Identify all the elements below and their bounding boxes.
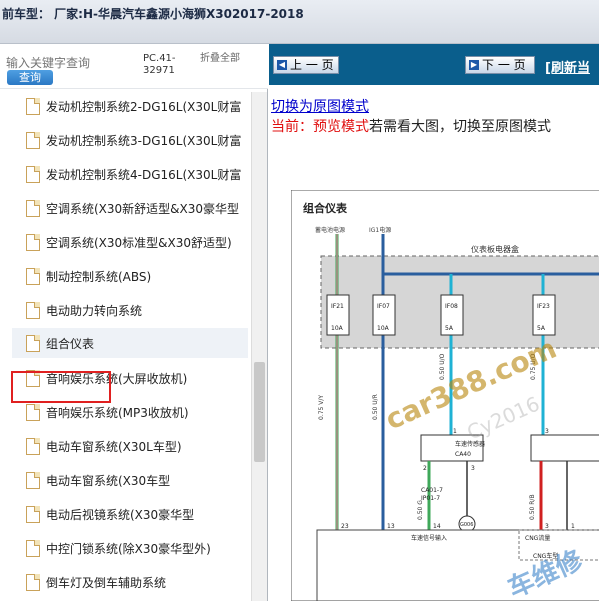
document-icon (26, 404, 40, 421)
wire-label-4: 0.50 G (417, 500, 424, 520)
svg-text:IF07: IF07 (377, 303, 390, 310)
arrow-right-icon: ▶ (469, 60, 479, 70)
tree-item[interactable]: 制动控制系统(ABS) (12, 261, 248, 291)
svg-text:5A: 5A (537, 325, 546, 332)
search-button[interactable]: 查询 (7, 70, 53, 85)
tree-item[interactable]: 电动车窗系统(X30L车型) (12, 431, 248, 461)
current-mode-text: 当前：预览模式若需看大图，切换至原图模式 (271, 119, 551, 135)
document-icon (26, 574, 40, 591)
content-panel: ◀ 上 一 页 ▶ 下 一 页 [刷新当 切换为原图模式 当前：预览模式若需看大图，… (269, 44, 599, 601)
document-icon (26, 268, 40, 285)
diagram-title: 组合仪表 (303, 201, 348, 215)
connector-label-1: CA01-7 (421, 487, 443, 494)
tree-item[interactable]: 发动机控制系统4-DG16L(X30L财富 (12, 159, 248, 189)
cng-flow-label: CNG流量 (525, 534, 550, 542)
next-page-button[interactable]: ▶ 下 一 页 (465, 56, 535, 74)
document-icon (26, 166, 40, 183)
speed-sensor-code: CA40 (455, 451, 471, 458)
collapse-all-link[interactable]: 折叠全部 (200, 53, 240, 65)
sidebar: 查询 PC.41-32971 折叠全部 发动机控制系统2-DG16L(X30L财… (0, 44, 268, 601)
ig1-power-label: IG1电源 (369, 226, 391, 234)
svg-text:5A: 5A (445, 325, 454, 332)
fuse-if23: IF23 5A (532, 294, 556, 336)
pin-3: 3 (545, 523, 549, 530)
tree-item[interactable]: 空调系统(X30新舒适型&X30豪华型 (12, 193, 248, 223)
sensor-pin-1: 1 (453, 428, 457, 435)
fuse-if08: IF08 5A (440, 294, 464, 336)
tree-item[interactable]: 电动车窗系统(X30车型 (12, 465, 248, 495)
fuse-if21: IF21 10A (326, 294, 350, 336)
wire-label-2: 0.50 U/R (372, 394, 379, 420)
wire-label-5: 0.50 R/B (529, 494, 536, 520)
pin-1: 1 (571, 523, 575, 530)
page-nav-bar: ◀ 上 一 页 ▶ 下 一 页 [刷新当 (269, 44, 599, 85)
document-icon (26, 506, 40, 523)
cng-pin-3: 3 (545, 428, 549, 435)
window-title: 前车型： 厂家:H-华晨汽车鑫源小海狮X302017-2018 (2, 7, 304, 21)
tree-item[interactable]: 中控门锁系统(除X30豪华型外) (12, 533, 248, 563)
arrow-left-icon: ◀ (277, 60, 287, 70)
ground-label: G006 (460, 522, 473, 528)
tree-item[interactable]: 发动机控制系统2-DG16L(X30L财富 (12, 91, 248, 121)
document-icon (26, 540, 40, 557)
search-input[interactable] (6, 55, 134, 71)
document-icon (26, 132, 40, 149)
search-row: 查询 PC.41-32971 折叠全部 (0, 44, 268, 89)
pin-13: 13 (387, 523, 395, 530)
wire-label-1: 0.75 V/Y (318, 395, 325, 420)
title-bar: 前车型： 厂家:H-华晨汽车鑫源小海狮X302017-2018 (0, 0, 599, 44)
prev-page-button[interactable]: ◀ 上 一 页 (273, 56, 339, 74)
svg-text:IF23: IF23 (537, 303, 550, 310)
tree-item[interactable]: 发动机控制系统3-DG16L(X30L财富 (12, 125, 248, 155)
document-icon (26, 335, 40, 352)
tree-item-selected[interactable]: 组合仪表 (12, 328, 248, 358)
document-icon (26, 302, 40, 319)
fusebox-label: 仪表板电器盒 (471, 244, 519, 254)
sensor-pin-3: 3 (471, 465, 475, 472)
svg-text:IF08: IF08 (445, 303, 458, 310)
wire-label-3: 0.50 U/O (439, 353, 446, 380)
speed-input-label: 车速信号输入 (411, 534, 447, 542)
refresh-link[interactable]: [刷新当 (545, 57, 590, 76)
category-tree: 发动机控制系统2-DG16L(X30L财富 发动机控制系统3-DG16L(X30… (0, 91, 250, 601)
document-icon (26, 98, 40, 115)
tree-item[interactable]: 电动助力转向系统 (12, 295, 248, 325)
sensor-pin-2: 2 (423, 465, 427, 472)
scrollbar-thumb[interactable] (254, 362, 265, 462)
svg-text:10A: 10A (377, 325, 390, 332)
document-icon (26, 234, 40, 251)
tree-item[interactable]: 空调系统(X30标准型&X30舒适型) (12, 227, 248, 257)
document-icon (26, 438, 40, 455)
tree-item[interactable]: 电动后视镜系统(X30豪华型 (12, 499, 248, 529)
wiring-diagram[interactable]: 组合仪表 蓄电池电源 IG1电源 仪表板电器盒 IF21 10A IF07 10… (291, 190, 599, 601)
sidebar-scrollbar[interactable] (251, 92, 267, 601)
cng-sensor-box (530, 434, 599, 462)
switch-original-mode-link[interactable]: 切换为原图模式 (271, 96, 369, 116)
document-icon (26, 200, 40, 217)
doc-code: PC.41-32971 (143, 53, 176, 76)
svg-text:10A: 10A (331, 325, 344, 332)
fuse-if07: IF07 10A (372, 294, 396, 336)
tree-item[interactable]: 倒车灯及倒车辅助系统 (12, 567, 248, 597)
selection-highlight-box (11, 371, 111, 403)
battery-power-label: 蓄电池电源 (315, 226, 345, 234)
document-icon (26, 472, 40, 489)
pin-23: 23 (341, 523, 349, 530)
svg-text:IF21: IF21 (331, 303, 344, 310)
pin-14: 14 (433, 523, 441, 530)
